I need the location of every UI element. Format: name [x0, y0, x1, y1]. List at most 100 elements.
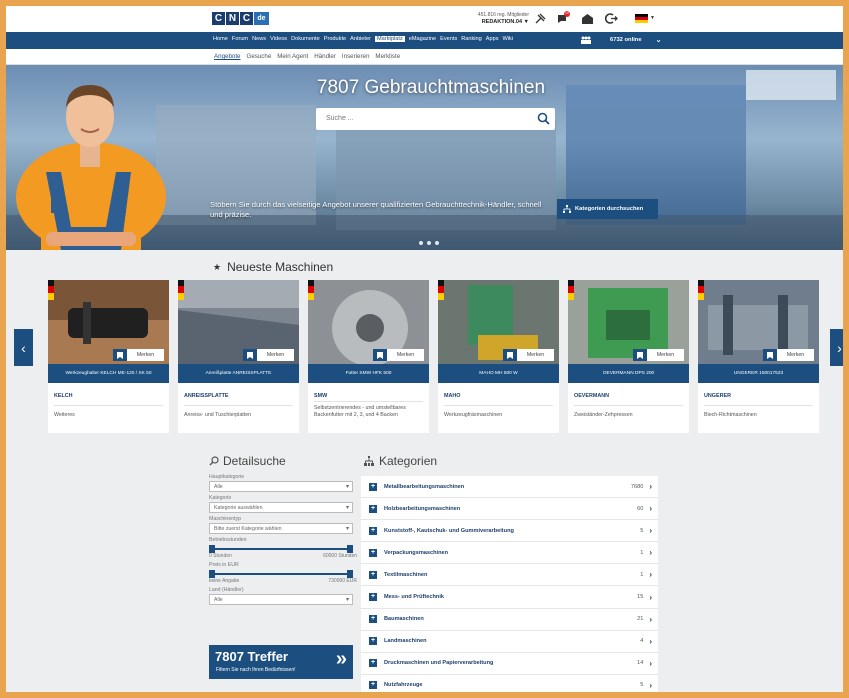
- watch-button[interactable]: Merken: [373, 349, 424, 361]
- category-name[interactable]: Nutzfahrzeuge: [384, 682, 640, 688]
- plus-icon[interactable]: +: [369, 615, 377, 624]
- language-flag-icon[interactable]: [635, 14, 648, 23]
- chevron-right-icon[interactable]: ›: [649, 504, 652, 513]
- machine-category[interactable]: Blech-Richtmaschinen: [704, 412, 813, 419]
- nav-item-active[interactable]: Marktplatz: [374, 36, 405, 42]
- chevron-right-icon[interactable]: ›: [649, 593, 652, 602]
- subnav-item[interactable]: Merkliste: [375, 53, 400, 60]
- machine-card[interactable]: Merken Anreißplatte ANREISSPLATTE ANREIS…: [178, 280, 299, 433]
- machine-card[interactable]: Merken OEVERMANN DPS 200 OEVERMANN Zweis…: [568, 280, 689, 433]
- nav-item[interactable]: Videos: [270, 36, 287, 42]
- member-info[interactable]: 451.816 reg. Mitglieder REDAKTION.04 ▼: [461, 12, 529, 26]
- category-name[interactable]: Druckmaschinen und Papierverarbeitung: [384, 660, 637, 666]
- search-input[interactable]: [326, 115, 526, 122]
- plus-icon[interactable]: +: [369, 659, 377, 668]
- machine-title[interactable]: UNGERER 150017523: [698, 364, 819, 383]
- online-users[interactable]: 6732 online ⌄: [580, 36, 661, 44]
- chevron-down-icon[interactable]: ⌄: [656, 36, 662, 44]
- watch-button[interactable]: Merken: [113, 349, 164, 361]
- chevron-right-icon[interactable]: ›: [649, 526, 652, 535]
- category-name[interactable]: Holzbearbeitungsmaschinen: [384, 506, 637, 512]
- machine-category[interactable]: Zweiständer-Zehpressen: [574, 412, 683, 419]
- chevron-right-icon[interactable]: ›: [649, 570, 652, 579]
- machine-title[interactable]: OEVERMANN DPS 200: [568, 364, 689, 383]
- machine-title[interactable]: Anreißplatte ANREISSPLATTE: [178, 364, 299, 383]
- carousel-next-button[interactable]: ›: [830, 329, 843, 366]
- slider-handle-max[interactable]: [347, 545, 353, 553]
- subnav-item[interactable]: Händler: [314, 53, 336, 60]
- machine-title[interactable]: Futter SMW HFK 500: [308, 364, 429, 383]
- category-row[interactable]: + Holzbearbeitungsmaschinen 60 ›: [361, 498, 658, 521]
- watch-button[interactable]: Merken: [763, 349, 814, 361]
- nav-item[interactable]: Wiki: [503, 36, 514, 42]
- operating-hours-slider[interactable]: [209, 545, 353, 553]
- price-slider[interactable]: [209, 570, 353, 578]
- category-name[interactable]: Verpackungsmaschinen: [384, 550, 640, 556]
- machine-category[interactable]: Werkzeugfräsmaschinen: [444, 412, 553, 419]
- category-row[interactable]: + Metallbearbeitungsmaschinen 7680 ›: [361, 476, 658, 499]
- category-row[interactable]: + Verpackungsmaschinen 1 ›: [361, 542, 658, 565]
- watch-button[interactable]: Merken: [243, 349, 294, 361]
- plus-icon[interactable]: +: [369, 681, 377, 690]
- nav-item[interactable]: News: [252, 36, 266, 42]
- site-logo[interactable]: C N C de: [212, 12, 269, 25]
- plus-icon[interactable]: +: [369, 504, 377, 513]
- plus-icon[interactable]: +: [369, 548, 377, 557]
- carousel-dot[interactable]: [419, 241, 423, 245]
- user-menu[interactable]: REDAKTION.04 ▼: [482, 19, 529, 25]
- chevron-right-icon[interactable]: ›: [649, 659, 652, 668]
- plus-icon[interactable]: +: [369, 482, 377, 491]
- tools-icon[interactable]: [533, 11, 547, 25]
- category-name[interactable]: Kunststoff-, Kautschuk- und Gummiverarbe…: [384, 528, 640, 534]
- hero-search-box[interactable]: [316, 108, 555, 130]
- category-name[interactable]: Textilmaschinen: [384, 572, 640, 578]
- machine-card[interactable]: Merken MAHO MH 500 W MAHO Werkzeugfräsma…: [438, 280, 559, 433]
- nav-item[interactable]: Produkte: [324, 36, 346, 42]
- main-category-select[interactable]: Alle: [209, 481, 353, 492]
- plus-icon[interactable]: +: [369, 593, 377, 602]
- machine-card[interactable]: Merken UNGERER 150017523 UNGERER Blech-R…: [698, 280, 819, 433]
- machine-title[interactable]: MAHO MH 500 W: [438, 364, 559, 383]
- machine-card[interactable]: Merken Futter SMW HFK 500 SMW Selbstzent…: [308, 280, 429, 433]
- carousel-prev-button[interactable]: ‹: [14, 329, 33, 366]
- chevron-down-icon[interactable]: ▼: [650, 15, 655, 21]
- category-name[interactable]: Mess- und Prüftechnik: [384, 594, 637, 600]
- category-row[interactable]: + Textilmaschinen 1 ›: [361, 564, 658, 587]
- messages-icon[interactable]: 10: [556, 11, 570, 25]
- nav-item[interactable]: Home: [213, 36, 228, 42]
- inbox-icon[interactable]: [580, 11, 594, 25]
- nav-item[interactable]: Anbieter: [350, 36, 371, 42]
- logout-icon[interactable]: [604, 11, 618, 25]
- category-name[interactable]: Metallbearbeitungsmaschinen: [384, 484, 631, 490]
- subnav-item-active[interactable]: Angebote: [214, 53, 241, 60]
- nav-item[interactable]: Dokumente: [291, 36, 320, 42]
- category-row[interactable]: + Nutzfahrzeuge 5 ›: [361, 675, 658, 692]
- category-row[interactable]: + Baumaschinen 21 ›: [361, 609, 658, 631]
- nav-item[interactable]: eMagazine: [409, 36, 436, 42]
- category-select[interactable]: Kategorie auswählen: [209, 502, 353, 513]
- country-select[interactable]: Alle: [209, 594, 353, 605]
- watch-button[interactable]: Merken: [503, 349, 554, 361]
- results-button[interactable]: 7807 Treffer Filtern Sie nach Ihren Bedü…: [209, 645, 353, 679]
- category-row[interactable]: + Druckmaschinen und Papierverarbeitung 14…: [361, 653, 658, 675]
- plus-icon[interactable]: +: [369, 637, 377, 646]
- category-name[interactable]: Baumaschinen: [384, 616, 637, 622]
- nav-item[interactable]: Ranking: [461, 36, 482, 42]
- plus-icon[interactable]: +: [369, 570, 377, 579]
- browse-categories-button[interactable]: Kategorien durchsuchen: [557, 199, 658, 219]
- chevron-right-icon[interactable]: ›: [649, 482, 652, 491]
- watch-button[interactable]: Merken: [633, 349, 684, 361]
- category-row[interactable]: + Kunststoff-, Kautschuk- und Gummiverarb…: [361, 520, 658, 543]
- chevron-right-icon[interactable]: ›: [649, 615, 652, 624]
- nav-item[interactable]: Apps: [486, 36, 499, 42]
- nav-item[interactable]: Events: [440, 36, 457, 42]
- category-name[interactable]: Landmaschinen: [384, 638, 640, 644]
- carousel-dot[interactable]: [435, 241, 439, 245]
- chevron-right-icon[interactable]: ›: [649, 637, 652, 646]
- slider-handle-min[interactable]: [209, 570, 215, 578]
- subnav-item[interactable]: Gesuche: [247, 53, 272, 60]
- category-row[interactable]: + Landmaschinen 4 ›: [361, 631, 658, 653]
- subnav-item[interactable]: Inserieren: [342, 53, 370, 60]
- search-icon[interactable]: [537, 112, 550, 125]
- chevron-right-icon[interactable]: ›: [649, 681, 652, 690]
